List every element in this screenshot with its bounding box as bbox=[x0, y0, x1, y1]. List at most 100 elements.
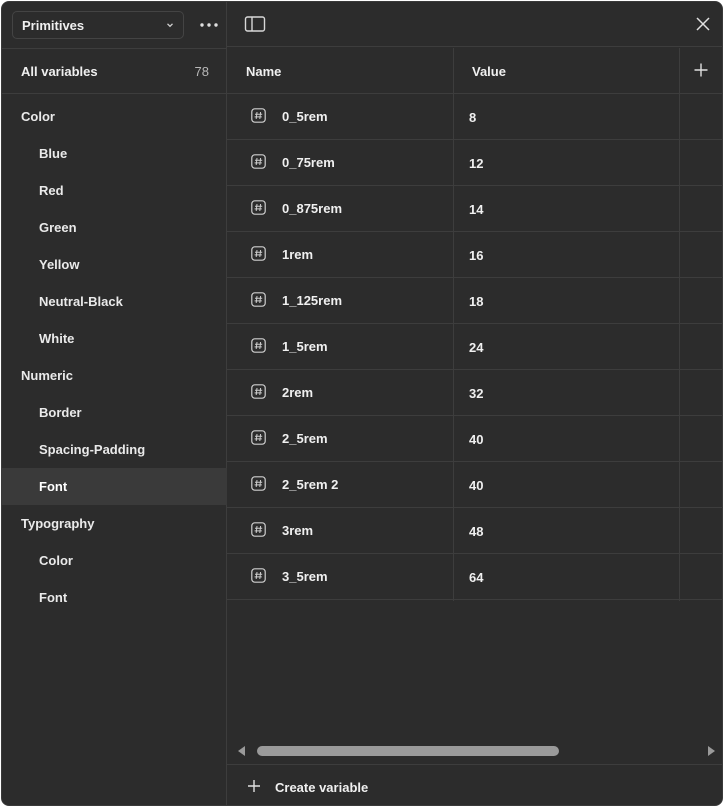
sidebar-group-label: Color bbox=[21, 109, 55, 124]
variable-value[interactable]: 8 bbox=[469, 110, 476, 125]
table-row[interactable]: 3rem 48 bbox=[227, 508, 722, 554]
more-options-button[interactable] bbox=[196, 15, 222, 35]
table-row[interactable]: 0_5rem 8 bbox=[227, 94, 722, 140]
sidebar-group-item[interactable]: Blue bbox=[2, 135, 227, 172]
sidebar-group-label: Font bbox=[39, 479, 68, 494]
variable-value[interactable]: 64 bbox=[469, 570, 483, 585]
table-row[interactable]: 1rem 16 bbox=[227, 232, 722, 278]
number-hash-icon bbox=[251, 108, 266, 123]
sidebar-group-item[interactable]: Yellow bbox=[2, 246, 227, 283]
sidebar-group-item[interactable]: Numeric bbox=[2, 357, 227, 394]
variables-window: Primitives All variables 78 Color Blue Red… bbox=[1, 1, 723, 806]
sidebar-group-item[interactable]: Color bbox=[2, 98, 227, 135]
group-list: Color Blue Red Green Yellow Neutral-Black Whit… bbox=[2, 98, 227, 616]
number-hash-icon bbox=[251, 246, 266, 261]
number-hash-icon bbox=[251, 154, 266, 169]
sidebar-group-item[interactable]: Font bbox=[2, 579, 227, 616]
sidebar-header: Primitives bbox=[2, 2, 227, 47]
scroll-left-arrow-icon[interactable] bbox=[237, 746, 247, 756]
sidebar-group-item[interactable]: Spacing-Padding bbox=[2, 431, 227, 468]
chevron-down-icon bbox=[167, 23, 173, 28]
variable-name[interactable]: 2_5rem 2 bbox=[282, 477, 338, 492]
variable-value[interactable]: 14 bbox=[469, 202, 483, 217]
sidebar-group-label: Typography bbox=[21, 516, 95, 531]
collection-dropdown-label: Primitives bbox=[22, 17, 85, 33]
sidebar-group-label: Yellow bbox=[39, 257, 80, 272]
variable-value[interactable]: 18 bbox=[469, 294, 483, 309]
table-row[interactable]: 2_5rem 2 40 bbox=[227, 462, 722, 508]
sidebar-group-item[interactable]: Neutral-Black bbox=[2, 283, 227, 320]
sidebar-toggle-icon[interactable] bbox=[244, 15, 266, 33]
number-hash-icon bbox=[251, 522, 266, 537]
table-row[interactable]: 1_5rem 24 bbox=[227, 324, 722, 370]
number-hash-icon bbox=[251, 568, 266, 583]
variable-value[interactable]: 40 bbox=[469, 478, 483, 493]
table-header: Name Value bbox=[227, 48, 722, 94]
collection-dropdown[interactable]: Primitives bbox=[12, 11, 184, 39]
sidebar-group-label: Border bbox=[39, 405, 82, 420]
variable-name[interactable]: 1_5rem bbox=[282, 339, 328, 354]
sidebar-group-label: Numeric bbox=[21, 368, 74, 383]
sidebar-group-label: Blue bbox=[39, 146, 68, 161]
create-variable-label: Create variable bbox=[275, 780, 369, 795]
sidebar-group-item[interactable]: White bbox=[2, 320, 227, 357]
variable-value[interactable]: 40 bbox=[469, 432, 483, 447]
sidebar-group-label: Neutral-Black bbox=[39, 294, 123, 309]
table-row[interactable]: 0_875rem 14 bbox=[227, 186, 722, 232]
horizontal-scrollbar[interactable] bbox=[227, 742, 722, 760]
column-header-value[interactable]: Value bbox=[472, 64, 506, 79]
table-row[interactable]: 3_5rem 64 bbox=[227, 554, 722, 600]
number-hash-icon bbox=[251, 338, 266, 353]
column-header-name[interactable]: Name bbox=[246, 64, 281, 79]
all-variables-item[interactable]: All variables 78 bbox=[2, 48, 227, 94]
scroll-right-arrow-icon[interactable] bbox=[706, 746, 716, 756]
sidebar-group-label: Green bbox=[39, 220, 77, 235]
sidebar-group-label: Color bbox=[39, 553, 73, 568]
all-variables-label: All variables bbox=[21, 64, 98, 79]
variable-name[interactable]: 1rem bbox=[282, 247, 313, 262]
close-icon[interactable] bbox=[694, 15, 712, 33]
variable-name[interactable]: 1_125rem bbox=[282, 293, 342, 308]
sidebar-group-item[interactable]: Typography bbox=[2, 505, 227, 542]
number-hash-icon bbox=[251, 384, 266, 399]
sidebar-group-label: Spacing-Padding bbox=[39, 442, 146, 457]
table-row[interactable]: 2_5rem 40 bbox=[227, 416, 722, 462]
table-row[interactable]: 2rem 32 bbox=[227, 370, 722, 416]
table-toolbar bbox=[227, 2, 722, 47]
plus-icon bbox=[248, 780, 260, 792]
table-row[interactable]: 0_75rem 12 bbox=[227, 140, 722, 186]
variable-name[interactable]: 3_5rem bbox=[282, 569, 328, 584]
sidebar-group-item[interactable]: Color bbox=[2, 542, 227, 579]
sidebar-group-label: Red bbox=[39, 183, 64, 198]
create-variable-button[interactable]: Create variable bbox=[227, 764, 722, 805]
table-body: 0_5rem 8 0_75rem 12 0_875rem 14 1rem 16 1_125rem… bbox=[227, 94, 722, 600]
sidebar-group-item[interactable]: Red bbox=[2, 172, 227, 209]
plus-icon[interactable] bbox=[693, 62, 709, 78]
variable-name[interactable]: 0_5rem bbox=[282, 109, 328, 124]
sidebar-group-label: Font bbox=[39, 590, 68, 605]
sidebar-group-label: White bbox=[39, 331, 75, 346]
scrollbar-thumb[interactable] bbox=[257, 746, 559, 756]
variable-value[interactable]: 32 bbox=[469, 386, 483, 401]
variable-value[interactable]: 24 bbox=[469, 340, 483, 355]
sidebar-group-item[interactable]: Border bbox=[2, 394, 227, 431]
collections-sidebar: Primitives All variables 78 Color Blue Red… bbox=[2, 2, 227, 805]
variable-name[interactable]: 2_5rem bbox=[282, 431, 328, 446]
sidebar-group-item[interactable]: Font bbox=[2, 468, 227, 505]
variable-name[interactable]: 0_75rem bbox=[282, 155, 335, 170]
variables-table-panel: Name Value 0_5rem 8 0_75rem 12 0_875rem 14 1re… bbox=[227, 2, 722, 805]
more-horizontal-icon bbox=[200, 23, 218, 27]
sidebar-group-item[interactable]: Green bbox=[2, 209, 227, 246]
number-hash-icon bbox=[251, 430, 266, 445]
number-hash-icon bbox=[251, 200, 266, 215]
variable-name[interactable]: 3rem bbox=[282, 523, 313, 538]
number-hash-icon bbox=[251, 476, 266, 491]
all-variables-count: 78 bbox=[194, 64, 209, 79]
variable-name[interactable]: 0_875rem bbox=[282, 201, 342, 216]
variable-value[interactable]: 48 bbox=[469, 524, 483, 539]
table-row[interactable]: 1_125rem 18 bbox=[227, 278, 722, 324]
variable-name[interactable]: 2rem bbox=[282, 385, 313, 400]
variable-value[interactable]: 12 bbox=[469, 156, 483, 171]
number-hash-icon bbox=[251, 292, 266, 307]
variable-value[interactable]: 16 bbox=[469, 248, 483, 263]
